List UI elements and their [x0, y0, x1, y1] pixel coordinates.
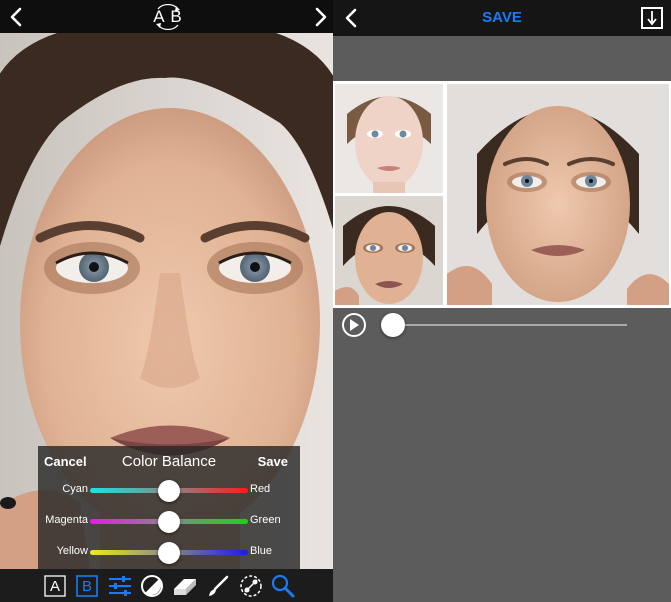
ab-label: A B [153, 7, 183, 26]
before-thumbnail[interactable] [335, 84, 443, 193]
playback-track[interactable] [381, 324, 627, 326]
playback-controls [333, 308, 671, 344]
slider-right-label: Red [250, 483, 271, 495]
cyan-red-slider[interactable]: Cyan Red [38, 478, 300, 502]
face-photo-canvas[interactable]: Cancel Color Balance Save Cyan Red Magen… [0, 33, 333, 569]
save-button[interactable]: Save [258, 454, 288, 469]
slider-right-label: Green [250, 514, 281, 526]
color-balance-panel: Cancel Color Balance Save Cyan Red Magen… [38, 446, 300, 569]
back-chevron-icon[interactable] [6, 6, 26, 28]
slider-thumb[interactable] [158, 480, 180, 502]
adjust-sliders-icon[interactable] [107, 573, 133, 599]
b-layer-label: B [81, 577, 92, 595]
slider-left-label: Magenta [45, 514, 88, 526]
before-after-collage [333, 81, 671, 308]
back-chevron-icon[interactable] [341, 7, 361, 29]
magenta-green-slider[interactable]: Magenta Green [38, 509, 300, 533]
bottom-toolbar: A B [0, 569, 333, 602]
b-layer-icon[interactable]: B [74, 573, 100, 599]
slider-left-label: Cyan [62, 483, 88, 495]
after-thumbnail[interactable] [335, 196, 443, 305]
slider-left-label: Yellow [56, 545, 88, 557]
contrast-icon[interactable] [139, 573, 165, 599]
forward-chevron-icon[interactable] [311, 6, 331, 28]
preview-top-bar: SAVE [333, 0, 671, 36]
eraser-icon[interactable] [172, 573, 198, 599]
editor-top-bar: A B [0, 0, 333, 33]
playback-thumb[interactable] [381, 313, 406, 337]
collage-preview-panel: SAVE [333, 0, 671, 602]
download-icon[interactable] [641, 7, 663, 29]
slider-thumb[interactable] [158, 542, 180, 564]
transform-icon[interactable] [238, 573, 264, 599]
yellow-blue-slider[interactable]: Yellow Blue [38, 540, 300, 564]
a-layer-icon[interactable]: A [42, 573, 68, 599]
a-layer-label: A [49, 577, 60, 595]
slider-thumb[interactable] [158, 511, 180, 533]
brush-icon[interactable] [205, 573, 231, 599]
after-large-preview[interactable] [447, 84, 669, 305]
play-icon[interactable] [342, 313, 366, 337]
editor-panel: A B Cancel Color Balance Save Cyan Red M… [0, 0, 333, 602]
slider-right-label: Blue [250, 545, 273, 557]
save-button[interactable]: SAVE [458, 9, 546, 26]
zoom-icon[interactable] [270, 573, 296, 599]
ab-compare-toggle[interactable]: A B [152, 4, 184, 30]
